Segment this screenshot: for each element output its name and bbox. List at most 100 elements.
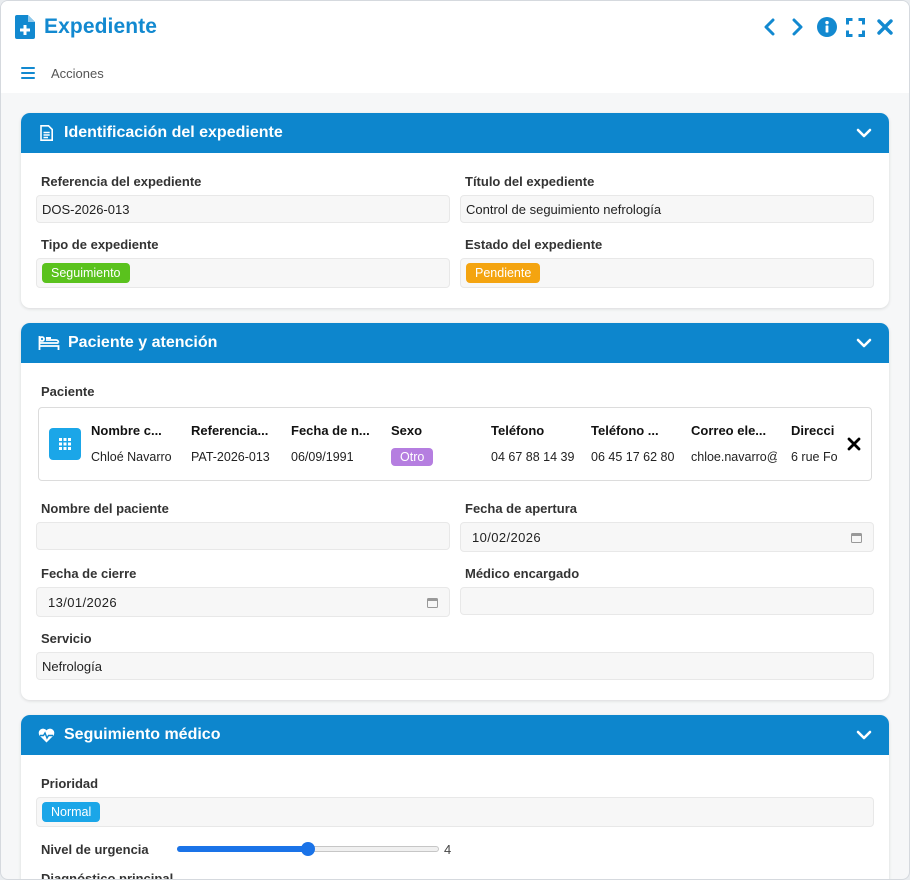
titulo-field: Título del expediente Control de seguimi… [460,166,874,223]
servicio-field: Servicio Nefrología [36,623,874,680]
column-referencia: Referencia... PAT-2026-013 [191,422,291,467]
paciente-body: Paciente Nombre c... Chloé Navarro Refer… [21,363,889,700]
cell-referencia: PAT-2026-013 [191,449,270,464]
column-header: Teléfono ... [591,422,659,438]
patient-columns: Nombre c... Chloé Navarro Referencia... … [91,422,837,467]
slider-fill [177,846,308,852]
fecha-apertura-input[interactable]: 10/02/2026 [460,522,874,552]
date-value: 10/02/2026 [472,529,542,545]
column-header: Fecha de n... [291,422,370,438]
field-label: Nivel de urgencia [41,841,149,857]
tipo-field: Tipo de expediente Seguimiento [36,229,450,288]
referencia-input[interactable]: DOS-2026-013 [36,195,450,223]
cell-nombre: Chloé Navarro [91,449,172,464]
prioridad-select[interactable]: Normal [36,797,874,827]
referencia-field: Referencia del expediente DOS-2026-013 [36,166,450,223]
paciente-section: Paciente y atención Paciente Nombre c...… [21,323,889,700]
nombre-paciente-field: Nombre del paciente [36,493,450,552]
fecha-apertura-field: Fecha de apertura 10/02/2026 [460,493,874,552]
column-header: Correo ele... [691,422,767,438]
clear-patient-icon[interactable] [847,437,861,451]
hospital-bed-icon [37,334,61,352]
chevron-down-icon[interactable] [855,334,873,352]
section-title: Seguimiento médico [64,726,221,743]
calendar-icon[interactable] [427,597,438,608]
title-bar: Expediente [1,1,909,53]
heart-pulse-icon [37,726,55,744]
cell-telefono: 04 67 88 14 39 [491,449,575,464]
cell-telefono-2: 06 45 17 62 80 [591,449,675,464]
column-sexo: Sexo Otro [391,422,491,467]
close-icon [876,19,893,35]
medico-input[interactable] [460,587,874,615]
medical-document-icon [15,15,35,39]
cell-sexo: Otro [391,447,477,467]
field-label: Nombre del paciente [41,501,169,516]
identificacion-section: Identificación del expediente Referencia… [21,113,889,308]
nombre-paciente-input[interactable] [36,522,450,550]
next-button[interactable] [787,17,808,38]
calendar-icon[interactable] [851,532,862,543]
field-label: Servicio [41,631,92,646]
column-header: Teléfono [491,422,545,438]
column-header: Sexo [391,422,423,438]
slider-thumb[interactable] [301,842,315,856]
fecha-cierre-input[interactable]: 13/01/2026 [36,587,450,617]
patient-lookup-table[interactable]: Nombre c... Chloé Navarro Referencia... … [38,407,872,481]
medico-field: Médico encargado [460,558,874,617]
identificacion-body: Referencia del expediente DOS-2026-013 T… [21,153,889,308]
cell-direccion: 6 rue Fo [791,449,837,464]
column-header: Nombre c... [91,422,162,438]
urgencia-value: 4 [444,841,452,857]
estado-field: Estado del expediente Pendiente [460,229,874,288]
paciente-header[interactable]: Paciente y atención [21,323,889,363]
expediente-window: Expediente Acciones Identificación del e… [0,0,910,880]
column-direccion: Direcci 6 rue Fo [791,422,837,467]
seguimiento-header[interactable]: Seguimiento médico [21,715,889,755]
cell-fecha-nacimiento: 06/09/1991 [291,449,354,464]
document-icon [37,124,55,142]
field-label: Médico encargado [465,566,580,581]
tipo-badge: Seguimiento [42,263,130,283]
identificacion-header[interactable]: Identificación del expediente [21,113,889,153]
column-fecha-nacimiento: Fecha de n... 06/09/1991 [291,422,391,467]
column-correo: Correo ele... chloe.navarro@ [691,422,791,467]
titulo-input[interactable]: Control de seguimiento nefrología [460,195,874,223]
menu-icon [21,67,35,79]
column-header: Referencia... [191,422,269,438]
actions-menu[interactable]: Acciones [1,53,909,93]
column-header: Direcci [791,422,835,438]
field-label: Referencia del expediente [41,174,202,189]
grid-icon [59,438,71,450]
diagnostico-label: Diagnóstico principal [41,871,174,880]
section-title: Identificación del expediente [64,124,283,141]
date-value: 13/01/2026 [48,594,118,610]
tipo-select[interactable]: Seguimiento [36,258,450,288]
seguimiento-section: Seguimiento médico Prioridad Normal Nive… [21,715,889,880]
prioridad-field: Prioridad Normal [36,768,874,827]
field-label: Título del expediente [465,174,595,189]
estado-select[interactable]: Pendiente [460,258,874,288]
estado-badge: Pendiente [466,263,541,283]
form-content: Identificación del expediente Referencia… [1,93,909,880]
grid-view-button[interactable] [49,428,81,460]
servicio-input[interactable]: Nefrología [36,652,874,680]
field-label: Prioridad [41,776,99,791]
chevron-left-icon [764,18,774,36]
paciente-label: Paciente [41,384,95,399]
actions-menu-label: Acciones [51,65,104,81]
urgencia-slider[interactable] [177,841,439,857]
fullscreen-button[interactable] [845,17,866,38]
close-button[interactable] [874,17,895,38]
expand-icon [846,17,865,37]
column-nombre: Nombre c... Chloé Navarro [91,422,191,467]
urgencia-field: Nivel de urgencia 4 [36,833,874,863]
previous-button[interactable] [758,17,779,38]
chevron-right-icon [792,18,802,36]
chevron-down-icon[interactable] [855,726,873,744]
window-title: Expediente [44,15,158,38]
field-label: Tipo de expediente [41,237,159,252]
chevron-down-icon[interactable] [855,124,873,142]
info-button[interactable] [816,17,837,38]
column-telefono-2: Teléfono ... 06 45 17 62 80 [591,422,691,467]
